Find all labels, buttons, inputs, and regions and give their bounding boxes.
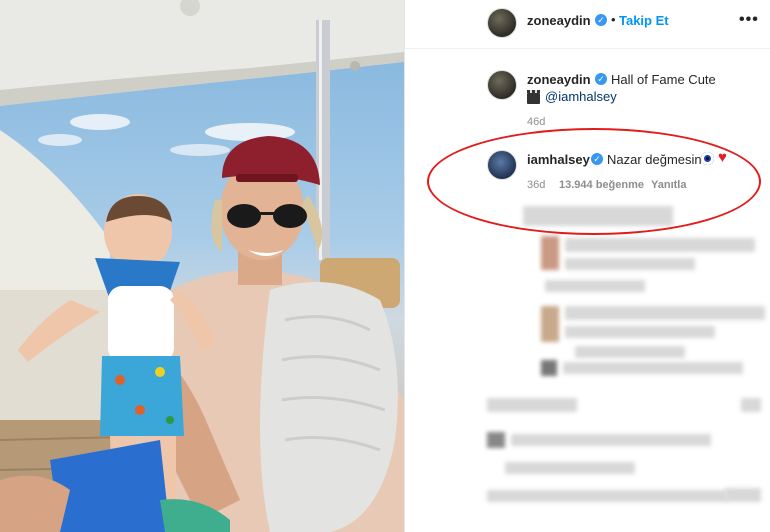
- clapperboard-icon: [527, 90, 540, 104]
- comment-username[interactable]: iamhalsey: [527, 152, 590, 167]
- caption-username[interactable]: zoneaydin: [527, 72, 591, 87]
- caption-text: Hall of Fame Cute: [611, 72, 716, 87]
- blurred-comment: [565, 258, 695, 270]
- caption-time[interactable]: 46d: [527, 116, 545, 128]
- blurred-avatar: [541, 236, 559, 270]
- blurred-comment: [487, 398, 577, 412]
- blurred-comment: [545, 280, 645, 292]
- nazar-eye-icon: [701, 152, 714, 165]
- comment-time[interactable]: 36d: [527, 179, 545, 191]
- blurred-comment: [565, 306, 765, 320]
- blurred-comment: [511, 434, 711, 446]
- header-divider: [405, 48, 770, 49]
- blurred-avatar: [541, 306, 559, 342]
- verified-badge-icon: ✓: [595, 73, 607, 85]
- follow-button[interactable]: Takip Et: [619, 13, 669, 28]
- photo-scene: [0, 0, 404, 532]
- comment-likes[interactable]: 13.944 beğenme: [559, 179, 644, 191]
- caption-avatar[interactable]: [487, 70, 517, 100]
- blurred-comment: [725, 488, 761, 502]
- blurred-comment: [523, 206, 673, 226]
- blurred-comment: [575, 346, 685, 358]
- post-photo: [0, 0, 404, 532]
- caption-mention[interactable]: @iamhalsey: [545, 89, 617, 104]
- separator-dot: •: [611, 12, 616, 27]
- blurred-comment: [563, 362, 743, 374]
- blurred-comment: [487, 490, 727, 502]
- blurred-comment: [741, 398, 761, 412]
- post-header: zoneaydin ✓ • Takip Et •••: [405, 0, 770, 46]
- red-heart-icon: ♥: [718, 149, 727, 166]
- blurred-avatar: [541, 360, 557, 376]
- blurred-comment: [505, 462, 635, 474]
- more-options-icon[interactable]: •••: [739, 11, 759, 29]
- comment-avatar[interactable]: [487, 150, 517, 180]
- blurred-avatar: [487, 432, 505, 448]
- blurred-comment: [565, 238, 755, 252]
- post-panel: zoneaydin ✓ • Takip Et ••• zoneaydin ✓ H…: [405, 0, 770, 532]
- comment-text: Nazar değmesin: [607, 152, 702, 167]
- blurred-comment: [565, 326, 715, 338]
- author-username[interactable]: zoneaydin: [527, 13, 591, 28]
- author-avatar[interactable]: [487, 8, 517, 38]
- reply-button[interactable]: Yanıtla: [651, 179, 686, 191]
- verified-badge-icon: ✓: [591, 153, 603, 165]
- verified-badge-icon: ✓: [595, 14, 607, 26]
